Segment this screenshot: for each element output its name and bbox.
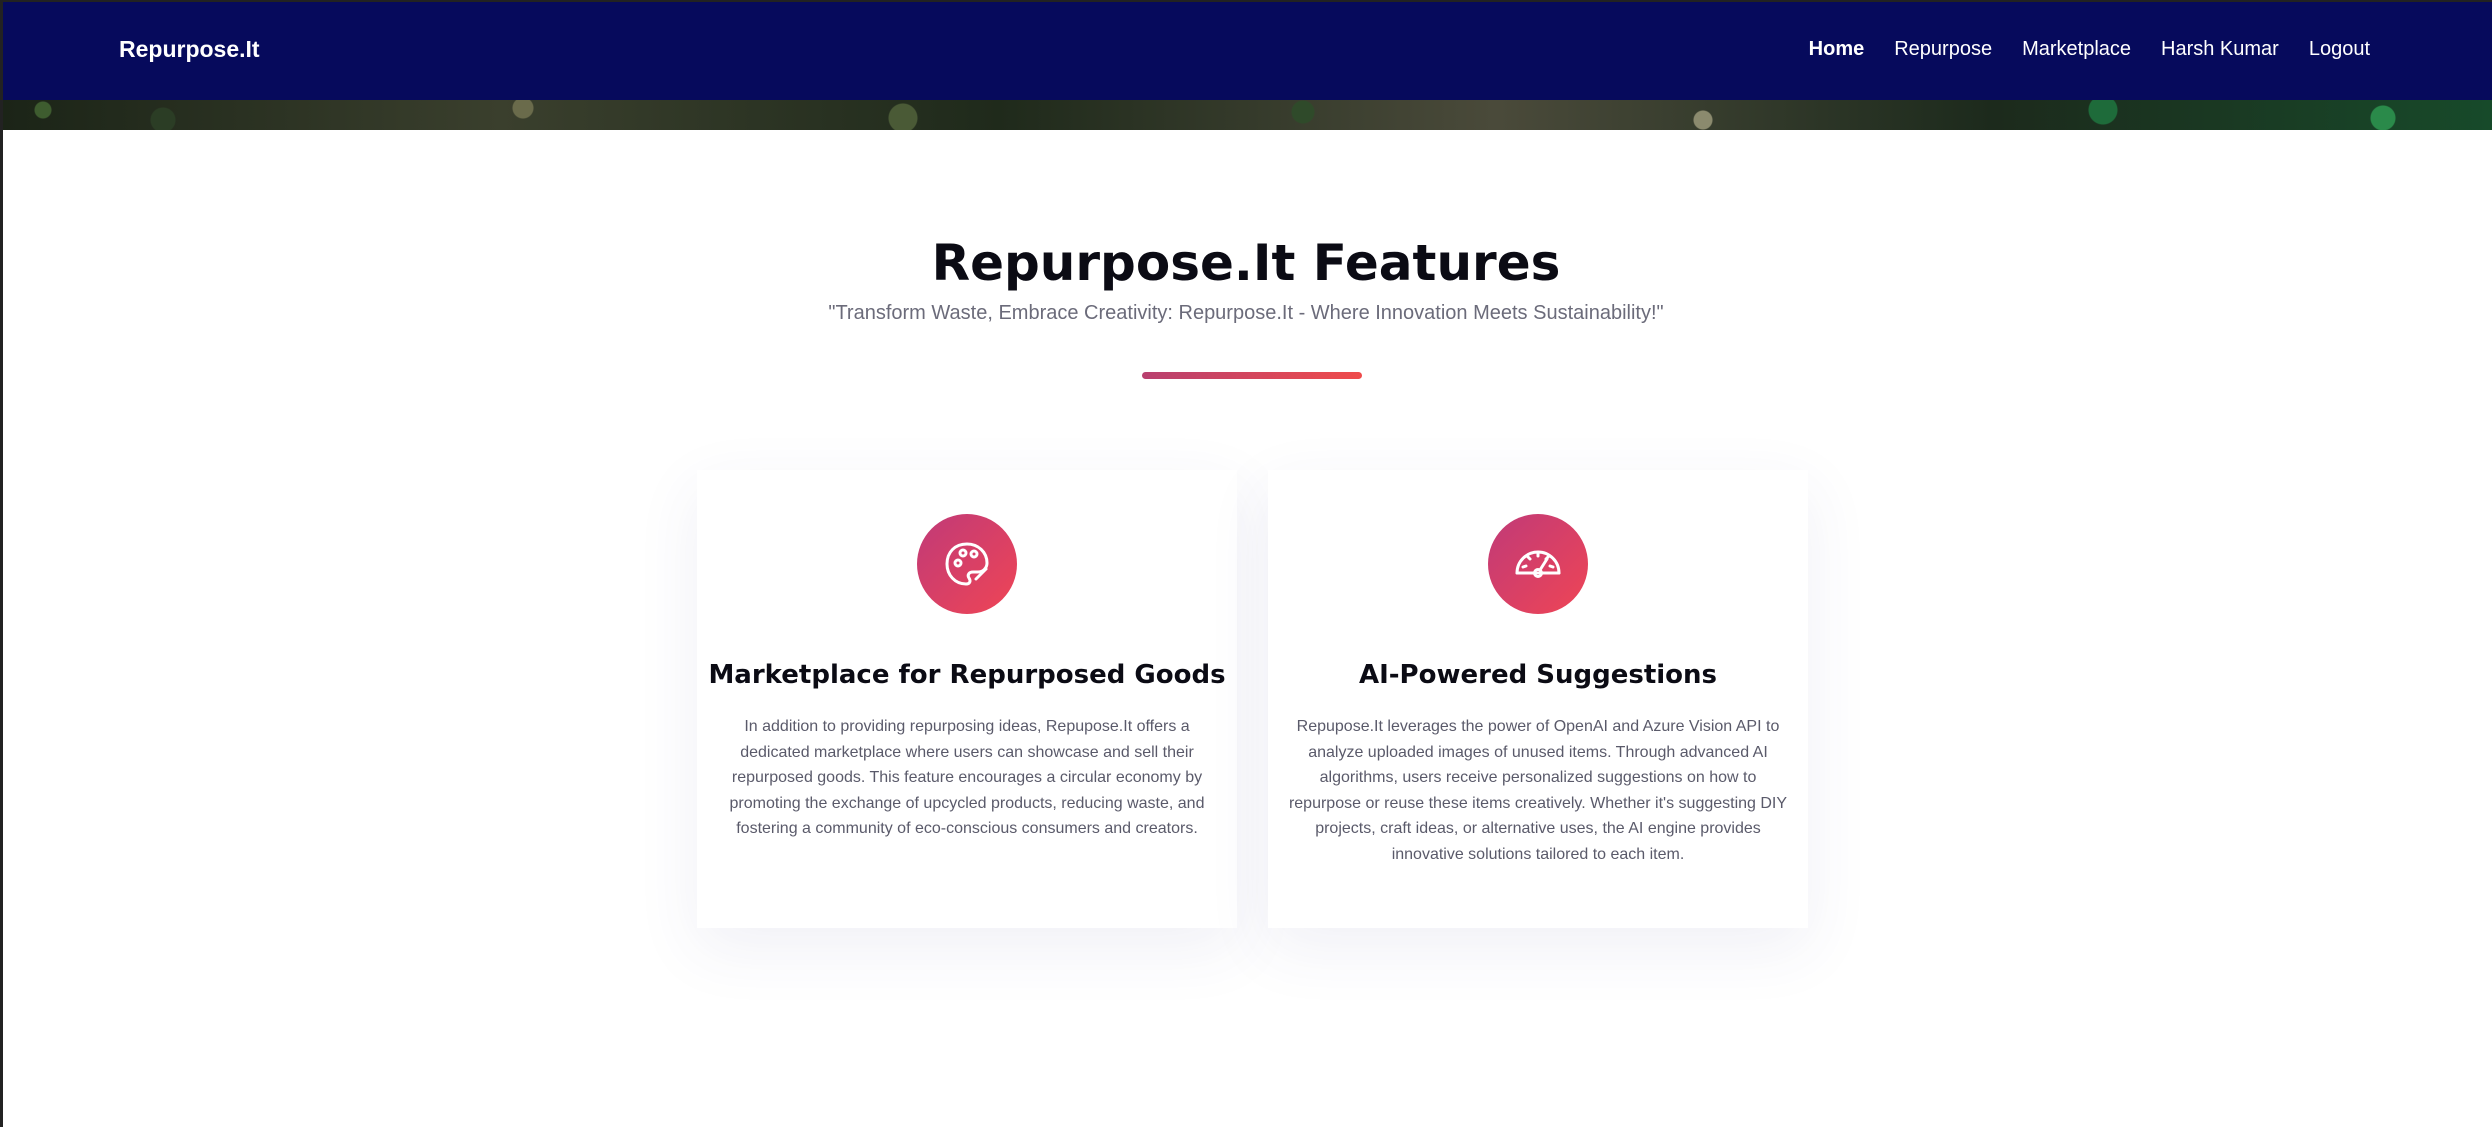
hero-image-strip — [3, 100, 2492, 130]
brand-logo-link[interactable]: Repurpose.It — [119, 36, 260, 63]
browser-frame — [0, 0, 2492, 1127]
feature-card-description: In addition to providing repurposing ide… — [729, 718, 1205, 837]
main-nav: Home Repurpose Marketplace Harsh Kumar L… — [1809, 38, 2370, 61]
features-title: Repurpose.It Features — [931, 234, 1561, 292]
features-subtitle: "Transform Waste, Embrace Creativity: Re… — [828, 302, 1664, 324]
palette-icon — [917, 514, 1017, 614]
nav-user-profile-link[interactable]: Harsh Kumar — [2161, 38, 2279, 61]
nav-logout-link[interactable]: Logout — [2309, 38, 2370, 61]
feature-card-description: Repupose.It leverages the power of OpenA… — [1288, 718, 1788, 863]
feature-card-ai-suggestions: AI-Powered Suggestions Repupose.It lever… — [1268, 470, 1808, 928]
feature-card-title: AI-Powered Suggestions — [1358, 660, 1718, 690]
feature-card-title: Marketplace for Repurposed Goods — [708, 660, 1226, 690]
speedometer-icon — [1488, 514, 1588, 614]
title-accent-bar — [1142, 372, 1362, 379]
nav-repurpose-link[interactable]: Repurpose — [1894, 38, 1992, 61]
top-navbar: Repurpose.It Home Repurpose Marketplace … — [3, 2, 2492, 100]
feature-card-marketplace: Marketplace for Repurposed Goods In addi… — [697, 470, 1237, 928]
nav-home-link[interactable]: Home — [1809, 38, 1865, 61]
nav-marketplace-link[interactable]: Marketplace — [2022, 38, 2131, 61]
